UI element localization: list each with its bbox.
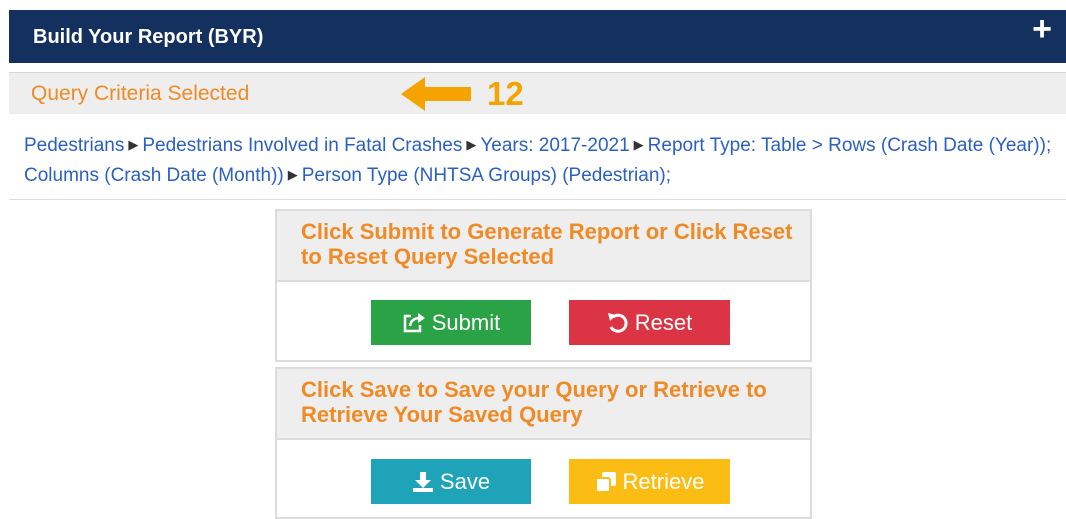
reset-label: Reset — [634, 309, 693, 335]
breadcrumb-item-fatal-crashes[interactable]: Pedestrians Involved in Fatal Crashes — [142, 135, 462, 156]
save-panel-heading: Click Save to Save your Query or Retriev… — [277, 369, 810, 440]
query-criteria-bar: Query Criteria Selected 12 — [9, 72, 1066, 114]
save-label: Save — [439, 468, 491, 494]
triangle-right-icon: ▶ — [633, 137, 644, 152]
page-title: Build Your Report (BYR) — [33, 26, 264, 48]
breadcrumb-item-pedestrians[interactable]: Pedestrians — [24, 135, 124, 156]
reset-button[interactable]: Reset — [569, 300, 730, 345]
save-panel-body: Save Retrieve — [277, 440, 810, 517]
triangle-right-icon: ▶ — [287, 167, 298, 182]
submit-reset-panel: Click Submit to Generate Report or Click… — [275, 209, 812, 362]
download-icon — [412, 471, 434, 493]
query-breadcrumb: Pedestrians ▶ Pedestrians Involved in Fata… — [9, 114, 1066, 200]
save-button[interactable]: Save — [371, 459, 531, 504]
submit-panel-body: Submit Reset — [277, 282, 810, 360]
triangle-right-icon: ▶ — [128, 137, 139, 152]
submit-button[interactable]: Submit — [371, 300, 531, 345]
undo-icon — [607, 312, 629, 334]
share-square-icon — [402, 312, 426, 334]
query-criteria-title: Query Criteria Selected — [31, 82, 250, 105]
arrow-left-icon — [401, 77, 471, 111]
triangle-right-icon: ▶ — [466, 137, 477, 152]
report-builder-header: Build Your Report (BYR) + — [9, 10, 1066, 63]
retrieve-button[interactable]: Retrieve — [569, 459, 730, 504]
save-retrieve-panel: Click Save to Save your Query or Retriev… — [275, 367, 812, 519]
retrieve-label: Retrieve — [622, 468, 705, 494]
submit-label: Submit — [431, 309, 501, 335]
breadcrumb-item-years[interactable]: Years: 2017-2021 — [480, 135, 629, 156]
submit-panel-heading: Click Submit to Generate Report or Click… — [277, 211, 810, 282]
plus-icon[interactable]: + — [1032, 12, 1052, 46]
breadcrumb-item-person-type[interactable]: Person Type (NHTSA Groups) (Pedestrian); — [302, 165, 671, 186]
copy-icon — [594, 471, 617, 493]
callout-number: 12 — [487, 75, 524, 112]
